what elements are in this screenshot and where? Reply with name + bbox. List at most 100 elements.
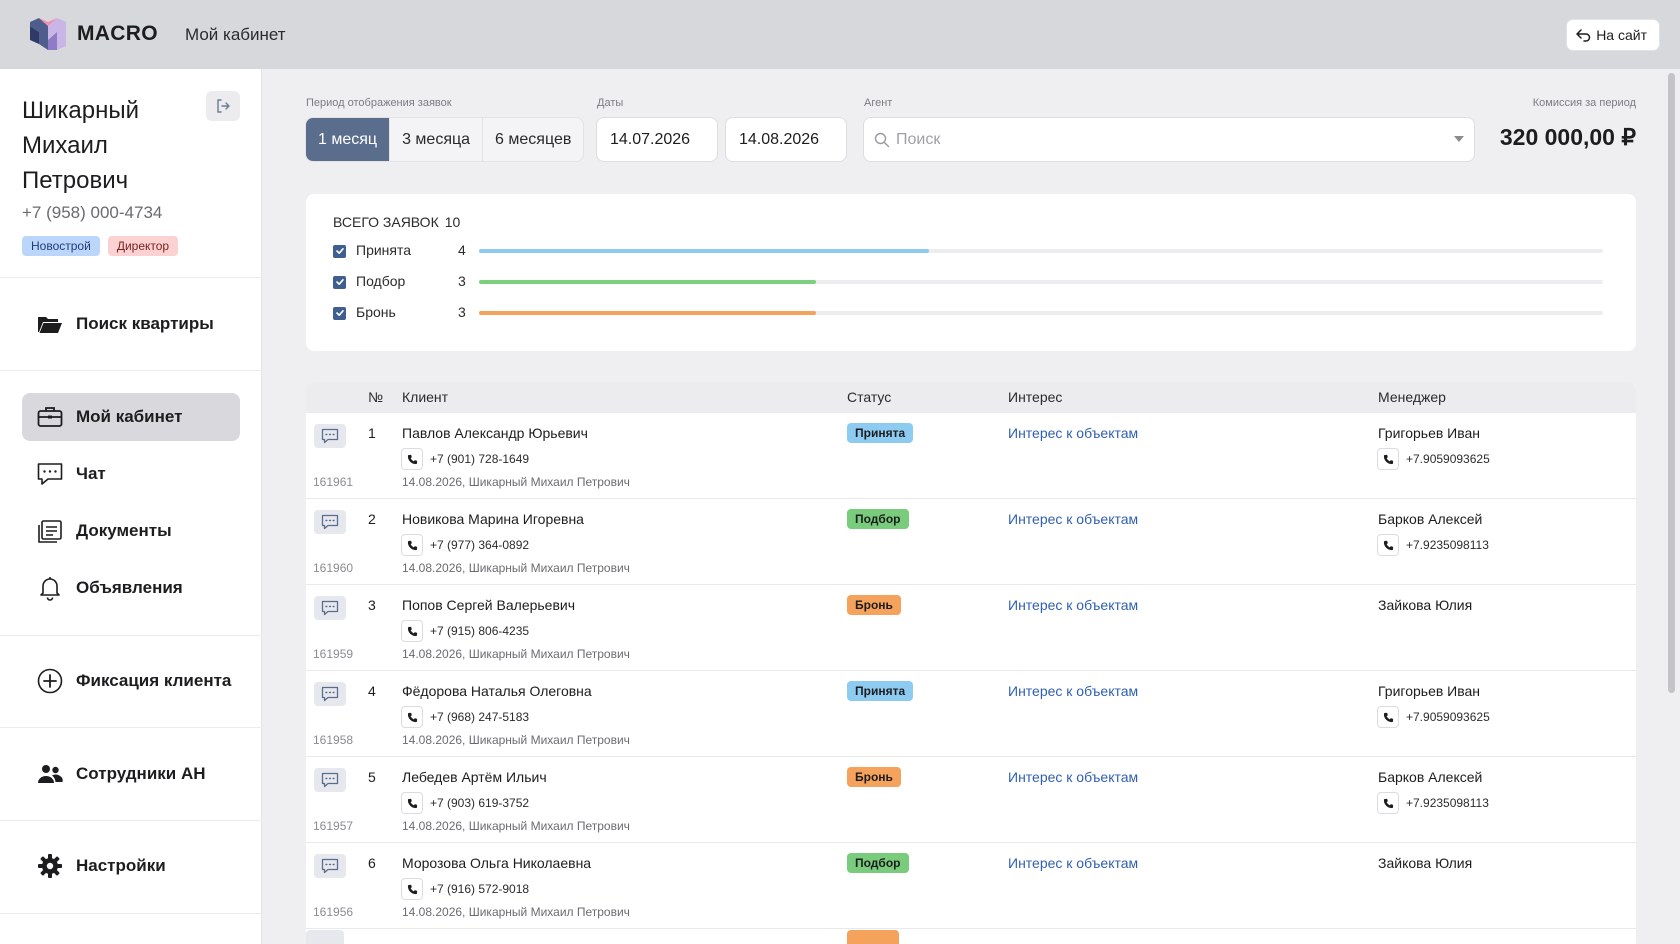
interest-link[interactable]: Интерес к объектам [1008, 855, 1138, 871]
client-name[interactable]: Лебедев Артём Ильич [402, 769, 547, 785]
to-site-label: На сайт [1596, 27, 1647, 43]
nav-item-settings[interactable]: Настройки [22, 842, 240, 890]
manager-phone[interactable]: +7.9235098113 [1378, 793, 1489, 813]
client-phone[interactable]: +7 (968) 247-5183 [402, 707, 529, 727]
phone-icon-box [402, 707, 422, 727]
row-chat-button[interactable] [314, 682, 346, 706]
top-bar: MACRO Мой кабинет На сайт [0, 0, 1680, 69]
phone-icon-box [1378, 793, 1398, 813]
manager-name: Барков Алексей [1378, 511, 1483, 527]
main-content: Период отображения заявок 1 месяц 3 меся… [262, 69, 1680, 944]
client-phone[interactable]: +7 (903) 619-3752 [402, 793, 529, 813]
row-chat-button[interactable] [314, 510, 346, 534]
status-summary-row: Бронь 3 [333, 303, 1603, 323]
nav-label-ads: Объявления [76, 578, 183, 597]
client-name[interactable]: Новикова Марина Игоревна [402, 511, 584, 527]
status-checkbox[interactable] [333, 275, 346, 289]
nav-item-cabinet[interactable]: Мой кабинет [22, 393, 240, 441]
row-number: 2 [368, 511, 376, 527]
interest-link[interactable]: Интерес к объектам [1008, 597, 1138, 613]
interest-link[interactable]: Интерес к объектам [1008, 511, 1138, 527]
client-name[interactable]: Павлов Александр Юрьевич [402, 425, 588, 441]
nav-item-staff[interactable]: Сотрудники АН [22, 750, 240, 798]
agent-select[interactable]: Поиск [864, 118, 1474, 161]
sidebar-divider [0, 913, 262, 914]
nav-label-search: Поиск квартиры [76, 314, 214, 333]
briefcase-icon [37, 407, 63, 427]
request-id: 161958 [313, 733, 354, 747]
next-row-chat-button[interactable] [306, 930, 344, 944]
status-checkbox[interactable] [333, 244, 346, 258]
interest-link[interactable]: Интерес к объектам [1008, 769, 1138, 785]
date-from-input[interactable]: 14.07.2026 [597, 118, 717, 161]
status-progress-track [479, 311, 1603, 315]
table-row[interactable]: 161960 2 Новикова Марина Игоревна +7 (977) … [306, 499, 1636, 585]
scrollbar-thumb[interactable] [1668, 73, 1675, 693]
commission-label: Комиссия за период [1532, 97, 1636, 109]
commission-value: 320 000,00 ₽ [1499, 124, 1636, 150]
sidebar-divider [0, 820, 262, 821]
phone-icon-box [1378, 707, 1398, 727]
manager-name: Барков Алексей [1378, 769, 1483, 785]
nav-item-documents[interactable]: Документы [22, 507, 240, 555]
nav-item-search[interactable]: Поиск квартиры [22, 300, 240, 348]
status-progress-track [479, 280, 1603, 284]
to-site-button[interactable]: На сайт [1567, 20, 1659, 50]
row-chat-button[interactable] [314, 854, 346, 878]
badge-newbuild: Новострой [22, 236, 100, 256]
client-phone-number: +7 (977) 364-0892 [430, 538, 530, 552]
nav-label-fix-client: Фиксация клиента [76, 671, 232, 690]
chat-icon [321, 686, 339, 702]
table-row[interactable]: 161958 4 Фёдорова Наталья Олеговна +7 (968)… [306, 671, 1636, 757]
total-count: 10 [444, 214, 461, 230]
total-requests: ВСЕГО ЗАЯВОК 10 [333, 214, 460, 230]
date-to-input[interactable]: 14.08.2026 [726, 118, 846, 161]
client-phone[interactable]: +7 (915) 806-4235 [402, 621, 529, 641]
client-name[interactable]: Фёдорова Наталья Олеговна [402, 683, 592, 699]
request-meta: 14.08.2026, Шикарный Михаил Петрович [402, 905, 630, 919]
period-3-months[interactable]: 3 месяца [390, 118, 484, 161]
row-number: 4 [368, 683, 376, 699]
client-phone[interactable]: +7 (916) 572-9018 [402, 879, 529, 899]
row-number: 6 [368, 855, 376, 871]
row-chat-button[interactable] [314, 596, 346, 620]
manager-phone[interactable]: +7.9059093625 [1378, 449, 1490, 469]
row-number: 3 [368, 597, 376, 613]
client-phone[interactable]: +7 (901) 728-1649 [402, 449, 529, 469]
phone-icon-box [1378, 449, 1398, 469]
plus-circle-icon [37, 668, 63, 694]
nav-item-chat[interactable]: Чат [22, 450, 240, 498]
interest-link[interactable]: Интерес к объектам [1008, 683, 1138, 699]
status-checkbox[interactable] [333, 306, 346, 320]
period-1-month[interactable]: 1 месяц [306, 118, 391, 161]
user-name: Шикарный Михаил Петрович [22, 97, 140, 194]
phone-icon [407, 540, 417, 550]
table-row[interactable]: 161961 1 Павлов Александр Юрьевич +7 (901) … [306, 413, 1636, 499]
row-chat-button[interactable] [314, 768, 346, 792]
request-meta: 14.08.2026, Шикарный Михаил Петрович [402, 561, 630, 575]
client-name[interactable]: Попов Сергей Валерьевич [402, 597, 575, 613]
interest-link[interactable]: Интерес к объектам [1008, 425, 1138, 441]
table-row[interactable]: 161956 6 Морозова Ольга Николаевна +7 (916)… [306, 843, 1636, 929]
status-badge: Принята [847, 681, 914, 701]
macro-logo-icon[interactable] [30, 18, 66, 50]
table-row[interactable]: 161959 3 Попов Сергей Валерьевич +7 (915) 8… [306, 585, 1636, 671]
gear-icon [38, 854, 62, 878]
request-id: 161959 [313, 647, 354, 661]
manager-name: Зайкова Юлия [1378, 597, 1473, 613]
table-row[interactable]: 161957 5 Лебедев Артём Ильич +7 (903) 619-3… [306, 757, 1636, 843]
manager-phone[interactable]: +7.9059093625 [1378, 707, 1490, 727]
logout-button[interactable] [206, 91, 240, 121]
nav-item-fix-client[interactable]: Фиксация клиента [22, 657, 240, 705]
manager-phone[interactable]: +7.9235098113 [1378, 535, 1489, 555]
client-name[interactable]: Морозова Ольга Николаевна [402, 855, 591, 871]
row-chat-button[interactable] [314, 424, 346, 448]
period-6-months[interactable]: 6 месяцев [483, 118, 583, 161]
request-meta: 14.08.2026, Шикарный Михаил Петрович [402, 733, 630, 747]
client-phone[interactable]: +7 (977) 364-0892 [402, 535, 529, 555]
phone-icon-box [402, 535, 422, 555]
sidebar-divider [0, 277, 262, 278]
agent-placeholder: Поиск [896, 130, 941, 148]
request-id: 161957 [313, 819, 354, 833]
nav-item-ads[interactable]: Объявления [22, 564, 240, 612]
